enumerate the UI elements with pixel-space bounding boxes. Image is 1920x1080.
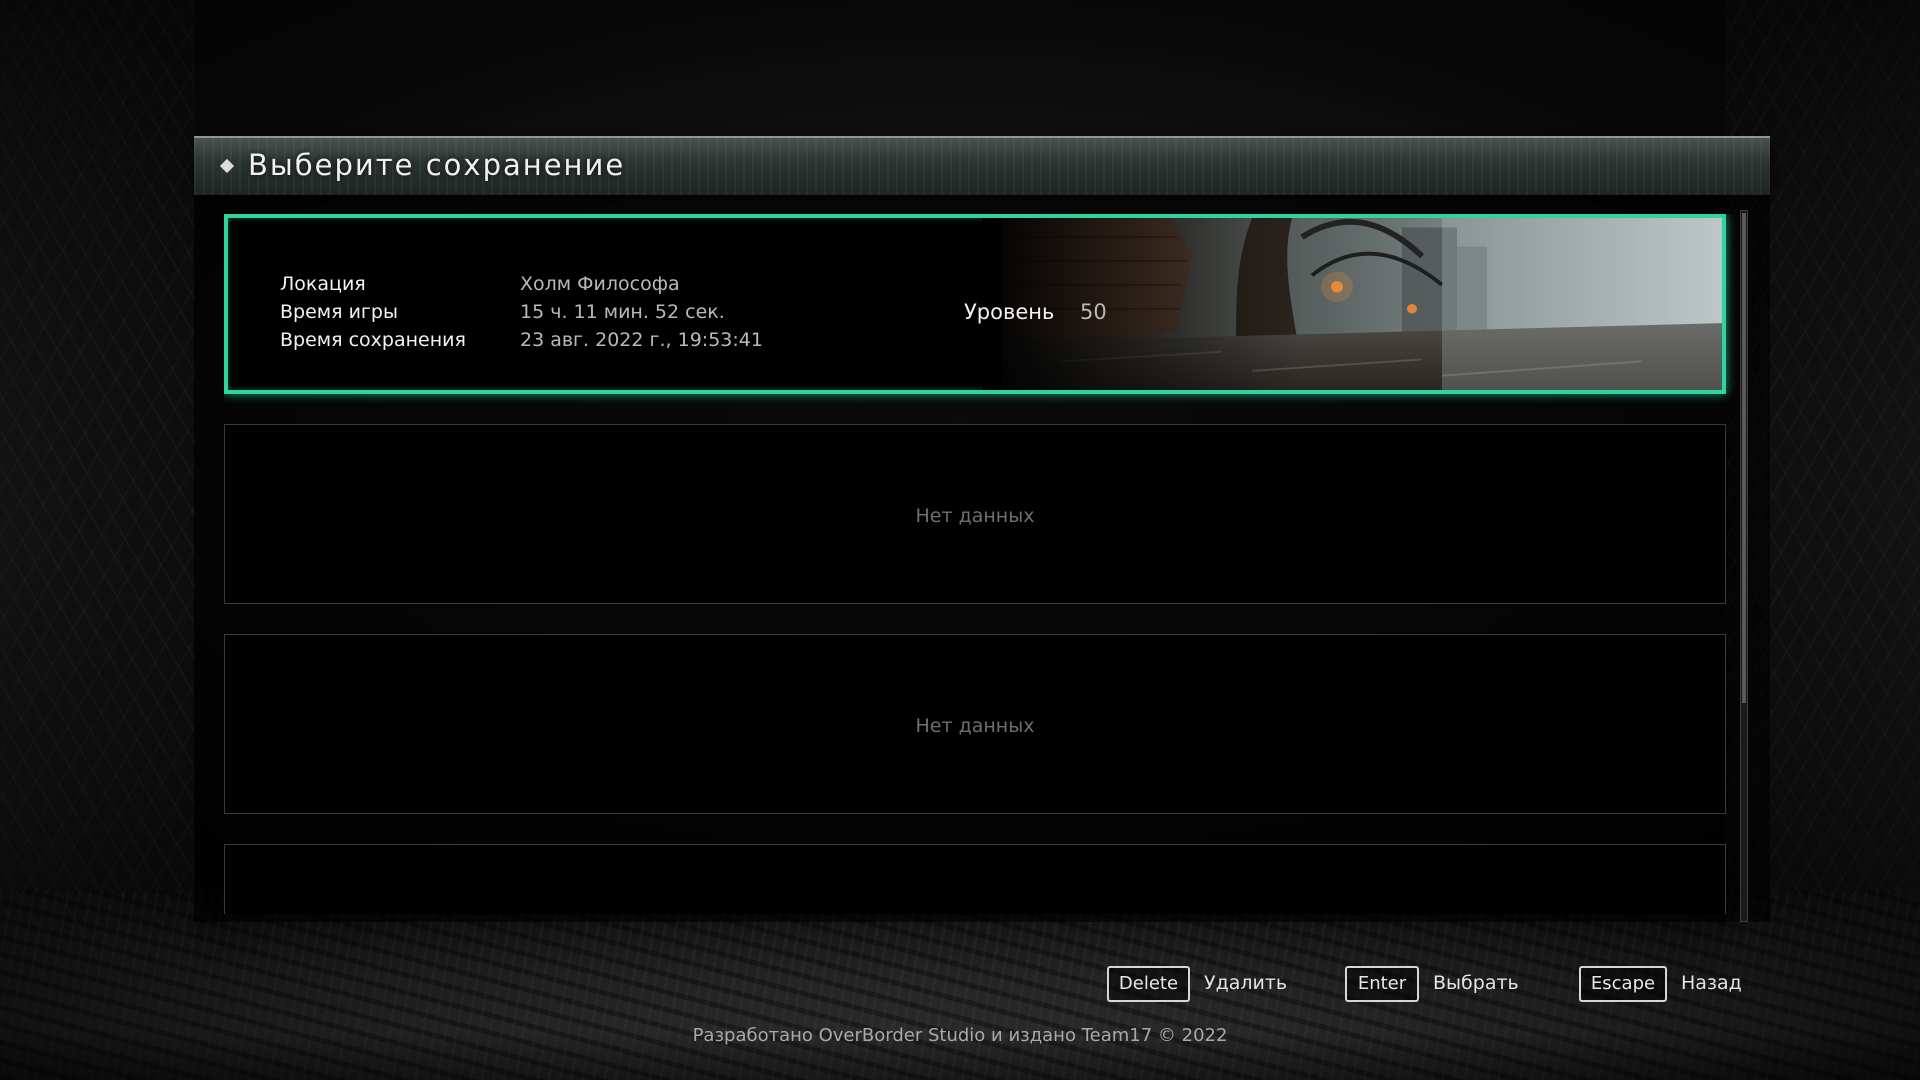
- enter-action-label: Выбрать: [1433, 972, 1519, 994]
- save-slot-3[interactable]: Нет данных: [224, 634, 1726, 814]
- game-screen: Выберите сохранение Локация Холм Философ…: [0, 0, 1920, 1080]
- page-title: Выберите сохранение: [248, 148, 626, 182]
- enter-key-button[interactable]: Enter: [1345, 966, 1419, 1002]
- playtime-label: Время игры: [280, 301, 398, 323]
- delete-action-label: Удалить: [1204, 972, 1288, 994]
- save-slot-4[interactable]: [224, 844, 1726, 914]
- location-value: Холм Философа: [520, 273, 680, 295]
- empty-slot-label: Нет данных: [915, 715, 1035, 737]
- hint-enter[interactable]: Enter Выбрать: [1345, 966, 1545, 1004]
- savetime-value: 23 авг. 2022 г., 19:53:41: [520, 329, 763, 351]
- scrollbar-thumb[interactable]: [1742, 213, 1746, 703]
- credits-text: Разработано OverBorder Studio и издано T…: [692, 1025, 1228, 1046]
- level-value: 50: [1080, 300, 1107, 324]
- empty-slot-label: Нет данных: [915, 505, 1035, 527]
- escape-key-button[interactable]: Escape: [1579, 966, 1667, 1002]
- savetime-label: Время сохранения: [280, 329, 466, 351]
- save-select-panel: Выберите сохранение Локация Холм Философ…: [194, 136, 1770, 922]
- playtime-value: 15 ч. 11 мин. 52 сек.: [520, 301, 725, 323]
- save-slot-2[interactable]: Нет данных: [224, 424, 1726, 604]
- save-slot-1[interactable]: Локация Холм Философа Время игры 15 ч. 1…: [224, 214, 1726, 394]
- level-label: Уровень: [964, 300, 1055, 324]
- hint-delete[interactable]: Delete Удалить: [1107, 966, 1307, 1004]
- escape-action-label: Назад: [1681, 972, 1742, 994]
- location-label: Локация: [280, 273, 366, 295]
- panel-header: Выберите сохранение: [194, 136, 1770, 195]
- delete-key-button[interactable]: Delete: [1107, 966, 1190, 1002]
- hint-escape[interactable]: Escape Назад: [1579, 966, 1779, 1004]
- slot-list-scrollbar[interactable]: [1740, 210, 1748, 922]
- save-slot-list[interactable]: Локация Холм Философа Время игры 15 ч. 1…: [224, 214, 1736, 914]
- diamond-icon: [219, 158, 235, 174]
